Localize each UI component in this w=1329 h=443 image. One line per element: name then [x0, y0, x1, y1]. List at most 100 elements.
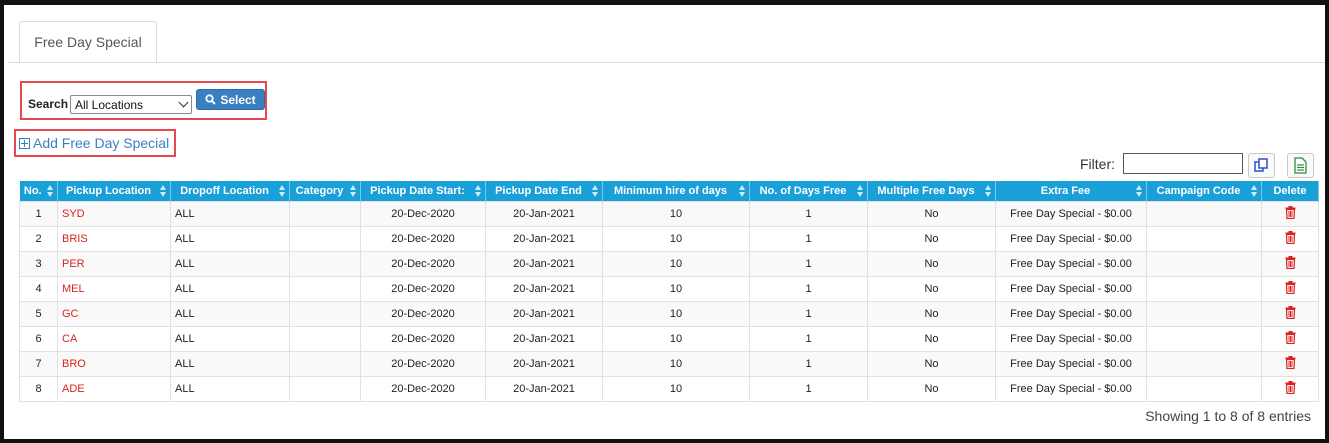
- cell-extra-fee: Free Day Special - $0.00: [995, 326, 1147, 352]
- sort-icon: [1136, 185, 1143, 197]
- column-header[interactable]: Dropoff Location: [170, 181, 290, 202]
- cell-multiple-free-days: No: [867, 276, 996, 302]
- cell-category: [289, 351, 361, 377]
- column-header[interactable]: Pickup Date End: [485, 181, 603, 202]
- trash-icon[interactable]: [1285, 306, 1296, 322]
- trash-icon[interactable]: [1285, 256, 1296, 272]
- export-excel-button[interactable]: [1287, 153, 1314, 178]
- cell-category: [289, 276, 361, 302]
- location-select[interactable]: All Locations: [70, 95, 192, 114]
- cell-multiple-free-days: No: [867, 376, 996, 402]
- cell-multiple-free-days: No: [867, 301, 996, 327]
- cell-extra-fee: Free Day Special - $0.00: [995, 351, 1147, 377]
- cell-minimum-hire-days: 10: [602, 251, 750, 277]
- sort-icon: [475, 185, 482, 197]
- column-header[interactable]: Multiple Free Days: [867, 181, 996, 202]
- column-header[interactable]: No. of Days Free: [749, 181, 868, 202]
- cell-no: 3: [19, 251, 58, 277]
- cell-minimum-hire-days: 10: [602, 326, 750, 352]
- cell-multiple-free-days: No: [867, 226, 996, 252]
- cell-pickup-location[interactable]: GC: [57, 301, 171, 327]
- trash-icon[interactable]: [1285, 331, 1296, 347]
- cell-campaign-code: [1146, 251, 1262, 277]
- column-header[interactable]: Minimum hire of days: [602, 181, 750, 202]
- search-label: Search: [28, 97, 69, 111]
- cell-days-free: 1: [749, 351, 868, 377]
- copy-button[interactable]: [1248, 153, 1275, 178]
- column-header[interactable]: No.: [19, 181, 58, 202]
- cell-pickup-date-end: 20-Jan-2021: [485, 201, 603, 227]
- tab-free-day-special[interactable]: Free Day Special: [19, 21, 157, 62]
- column-header[interactable]: Category: [289, 181, 361, 202]
- cell-dropoff-location: ALL: [170, 326, 290, 352]
- cell-pickup-date-start: 20-Dec-2020: [360, 251, 486, 277]
- search-icon: [205, 94, 217, 105]
- cell-days-free: 1: [749, 376, 868, 402]
- cell-days-free: 1: [749, 201, 868, 227]
- cell-no: 4: [19, 276, 58, 302]
- cell-dropoff-location: ALL: [170, 301, 290, 327]
- trash-icon[interactable]: [1285, 281, 1296, 297]
- select-button[interactable]: Select: [196, 89, 265, 110]
- cell-campaign-code: [1146, 276, 1262, 302]
- cell-no: 7: [19, 351, 58, 377]
- cell-dropoff-location: ALL: [170, 201, 290, 227]
- table-row: 2 BRIS ALL 20-Dec-2020 20-Jan-2021 10 1 …: [19, 226, 1319, 252]
- cell-category: [289, 251, 361, 277]
- cell-extra-fee: Free Day Special - $0.00: [995, 276, 1147, 302]
- column-header[interactable]: Pickup Location: [57, 181, 171, 202]
- cell-days-free: 1: [749, 276, 868, 302]
- table-row: 6 CA ALL 20-Dec-2020 20-Jan-2021 10 1 No…: [19, 326, 1319, 352]
- cell-pickup-date-start: 20-Dec-2020: [360, 276, 486, 302]
- cell-no: 6: [19, 326, 58, 352]
- entries-summary: Showing 1 to 8 of 8 entries: [1145, 408, 1311, 424]
- cell-campaign-code: [1146, 376, 1262, 402]
- add-link-label: Add Free Day Special: [33, 135, 170, 151]
- cell-pickup-location[interactable]: ADE: [57, 376, 171, 402]
- cell-delete: [1261, 376, 1319, 402]
- cell-pickup-location[interactable]: BRO: [57, 351, 171, 377]
- table-header-row: No. Pickup Location Dropoff Location Cat…: [19, 181, 1319, 202]
- cell-minimum-hire-days: 10: [602, 276, 750, 302]
- column-header[interactable]: Extra Fee: [995, 181, 1147, 202]
- cell-dropoff-location: ALL: [170, 376, 290, 402]
- search-panel: Search All Locations Select: [20, 81, 267, 120]
- table-row: 4 MEL ALL 20-Dec-2020 20-Jan-2021 10 1 N…: [19, 276, 1319, 302]
- cell-multiple-free-days: No: [867, 201, 996, 227]
- cell-pickup-location[interactable]: CA: [57, 326, 171, 352]
- table-row: 1 SYD ALL 20-Dec-2020 20-Jan-2021 10 1 N…: [19, 201, 1319, 227]
- column-header[interactable]: Campaign Code: [1146, 181, 1262, 202]
- cell-campaign-code: [1146, 301, 1262, 327]
- cell-pickup-location[interactable]: PER: [57, 251, 171, 277]
- sort-icon: [47, 185, 54, 197]
- cell-pickup-date-start: 20-Dec-2020: [360, 226, 486, 252]
- trash-icon[interactable]: [1285, 381, 1296, 397]
- cell-minimum-hire-days: 10: [602, 201, 750, 227]
- cell-delete: [1261, 276, 1319, 302]
- cell-pickup-location[interactable]: MEL: [57, 276, 171, 302]
- filter-label: Filter:: [1080, 156, 1115, 172]
- table-row: 7 BRO ALL 20-Dec-2020 20-Jan-2021 10 1 N…: [19, 351, 1319, 377]
- column-header[interactable]: Pickup Date Start:: [360, 181, 486, 202]
- table-row: 3 PER ALL 20-Dec-2020 20-Jan-2021 10 1 N…: [19, 251, 1319, 277]
- cell-pickup-date-end: 20-Jan-2021: [485, 276, 603, 302]
- trash-icon[interactable]: [1285, 206, 1296, 222]
- cell-pickup-date-start: 20-Dec-2020: [360, 376, 486, 402]
- cell-delete: [1261, 226, 1319, 252]
- trash-icon[interactable]: [1285, 231, 1296, 247]
- cell-category: [289, 226, 361, 252]
- cell-delete: [1261, 301, 1319, 327]
- cell-pickup-location[interactable]: SYD: [57, 201, 171, 227]
- filter-input[interactable]: [1123, 153, 1243, 174]
- cell-multiple-free-days: No: [867, 251, 996, 277]
- add-free-day-special-link[interactable]: Add Free Day Special: [19, 135, 169, 151]
- cell-category: [289, 301, 361, 327]
- cell-days-free: 1: [749, 301, 868, 327]
- table-row: 8 ADE ALL 20-Dec-2020 20-Jan-2021 10 1 N…: [19, 376, 1319, 402]
- cell-extra-fee: Free Day Special - $0.00: [995, 201, 1147, 227]
- trash-icon[interactable]: [1285, 356, 1296, 372]
- cell-pickup-date-end: 20-Jan-2021: [485, 326, 603, 352]
- cell-pickup-location[interactable]: BRIS: [57, 226, 171, 252]
- select-button-label: Select: [220, 92, 256, 107]
- cell-campaign-code: [1146, 201, 1262, 227]
